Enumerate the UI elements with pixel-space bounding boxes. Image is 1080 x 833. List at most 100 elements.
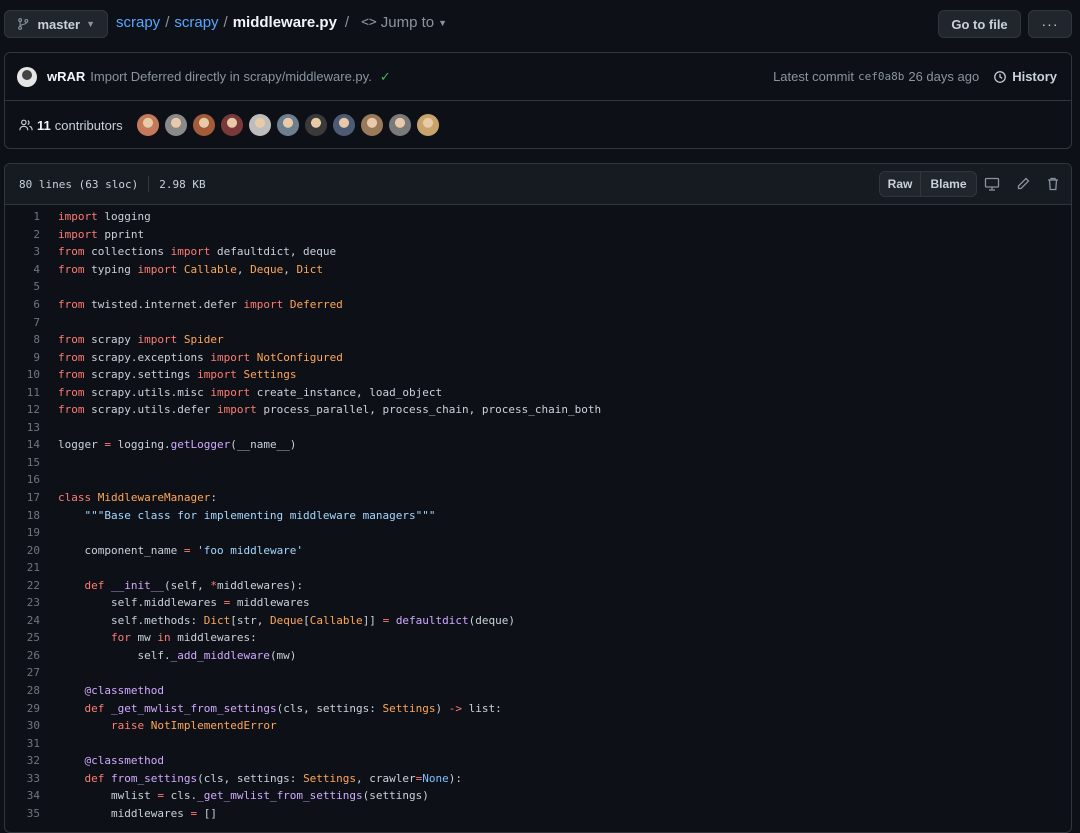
go-to-file-button[interactable]: Go to file	[938, 10, 1021, 38]
blame-button[interactable]: Blame	[921, 171, 977, 197]
line-number[interactable]: 1	[5, 210, 40, 223]
raw-button[interactable]: Raw	[879, 171, 921, 197]
line-number[interactable]: 34	[5, 789, 40, 802]
line-number[interactable]: 13	[5, 421, 40, 434]
code-line: 7	[5, 313, 1071, 331]
line-number[interactable]: 3	[5, 245, 40, 258]
code-line: 26 self._add_middleware(mw)	[5, 647, 1071, 665]
contributor-avatar[interactable]	[136, 114, 159, 136]
line-number[interactable]: 33	[5, 772, 40, 785]
code-line: 8 from scrapy import Spider	[5, 331, 1071, 349]
line-content: self.middlewares = middlewares	[58, 596, 310, 610]
code-line: 23 self.middlewares = middlewares	[5, 594, 1071, 612]
line-content: from scrapy.utils.defer import process_p…	[58, 403, 602, 417]
code-line: 12 from scrapy.utils.defer import process…	[5, 401, 1071, 419]
line-number[interactable]: 18	[5, 509, 40, 522]
breadcrumb-file-name: middleware.py	[232, 14, 337, 31]
line-number[interactable]: 30	[5, 719, 40, 732]
contributors-link[interactable]: 11 contributors	[19, 118, 123, 133]
contributor-avatar[interactable]	[248, 114, 271, 136]
pencil-icon[interactable]	[1015, 176, 1031, 192]
line-content: import logging	[58, 210, 151, 224]
line-content: @classmethod	[84, 754, 164, 768]
line-content: mwlist = cls._get_mwlist_from_settings(s…	[58, 789, 429, 803]
line-content: """Base class for implementing middlewar…	[84, 508, 436, 522]
line-content: raise NotImplementedError	[110, 719, 277, 733]
line-number[interactable]: 2	[5, 228, 40, 241]
line-content: from twisted.internet.defer import Defer…	[58, 298, 343, 311]
line-number[interactable]: 12	[5, 403, 40, 416]
commit-info-box: wRAR Import Deferred directly in scrapy/…	[4, 52, 1072, 149]
line-number[interactable]: 22	[5, 579, 40, 592]
desktop-icon[interactable]	[984, 176, 1000, 192]
line-number[interactable]: 23	[5, 596, 40, 609]
contributor-avatar[interactable]	[360, 114, 383, 136]
line-number[interactable]: 19	[5, 526, 40, 539]
line-number[interactable]: 10	[5, 368, 40, 381]
jump-to-button[interactable]: <> Jump to ▼	[357, 14, 447, 31]
contributor-avatar[interactable]	[416, 114, 439, 136]
line-number[interactable]: 9	[5, 351, 40, 364]
contributor-avatars	[136, 114, 445, 136]
line-number[interactable]: 4	[5, 263, 40, 276]
line-number[interactable]: 8	[5, 333, 40, 346]
jump-to-label: Jump to	[380, 14, 435, 31]
line-number[interactable]: 17	[5, 491, 40, 504]
more-options-button[interactable]: ···	[1028, 10, 1072, 38]
history-label: History	[1012, 69, 1057, 84]
code-line: 21	[5, 559, 1071, 577]
line-number[interactable]: 20	[5, 544, 40, 557]
line-number[interactable]: 25	[5, 631, 40, 644]
line-number[interactable]: 35	[5, 807, 40, 820]
code-line: 34 mwlist = cls._get_mwlist_from_setting…	[5, 787, 1071, 805]
contributor-avatar[interactable]	[192, 114, 215, 136]
line-number[interactable]: 6	[5, 298, 40, 311]
avatar[interactable]	[17, 66, 37, 87]
line-number[interactable]: 24	[5, 614, 40, 627]
code-line: 22 def __init__(self, *middlewares):	[5, 576, 1071, 594]
chevron-down-icon: ▼	[86, 19, 95, 29]
line-content: from scrapy.utils.misc import create_ins…	[58, 385, 443, 399]
line-content: from scrapy import Spider	[58, 333, 224, 347]
line-number[interactable]: 31	[5, 737, 40, 750]
breadcrumb-separator: /	[344, 14, 350, 31]
line-number[interactable]: 21	[5, 561, 40, 574]
history-link[interactable]: History	[993, 69, 1057, 84]
people-icon	[19, 119, 33, 131]
code-line: 17 class MiddlewareManager:	[5, 489, 1071, 507]
commit-sha-link[interactable]: cef0a8b	[858, 70, 904, 83]
branch-select-button[interactable]: master ▼	[4, 10, 108, 38]
contributor-avatar[interactable]	[164, 114, 187, 136]
contributor-avatar[interactable]	[304, 114, 327, 136]
contributor-avatar[interactable]	[388, 114, 411, 136]
line-number[interactable]: 15	[5, 456, 40, 469]
commit-author[interactable]: wRAR	[47, 69, 85, 84]
commit-message[interactable]: Import Deferred directly in scrapy/middl…	[90, 69, 372, 84]
line-number[interactable]: 7	[5, 316, 40, 329]
line-number[interactable]: 28	[5, 684, 40, 697]
line-number[interactable]: 11	[5, 386, 40, 399]
code-line: 1 import logging	[5, 208, 1071, 226]
code-line: 5	[5, 278, 1071, 296]
breadcrumb-repo-owner[interactable]: scrapy	[116, 14, 160, 31]
contributor-avatar[interactable]	[276, 114, 299, 136]
breadcrumb-repo-name[interactable]: scrapy	[174, 14, 218, 31]
code-line: 4 from typing import Callable, Deque, Dic…	[5, 261, 1071, 279]
code-line: 30 raise NotImplementedError	[5, 717, 1071, 735]
code-line: 2 import pprint	[5, 226, 1071, 244]
line-number[interactable]: 29	[5, 702, 40, 715]
line-number[interactable]: 26	[5, 649, 40, 662]
code-line: 3 from collections import defaultdict, de…	[5, 243, 1071, 261]
line-number[interactable]: 27	[5, 666, 40, 679]
file-actions: Raw Blame	[879, 171, 977, 197]
commit-age: 26 days ago	[908, 69, 980, 84]
line-number[interactable]: 14	[5, 438, 40, 451]
line-number[interactable]: 5	[5, 280, 40, 293]
contributor-avatar[interactable]	[220, 114, 243, 136]
breadcrumb-separator: /	[165, 14, 170, 31]
check-icon: ✓	[379, 68, 391, 84]
contributor-avatar[interactable]	[332, 114, 355, 136]
trash-icon[interactable]	[1045, 176, 1061, 192]
line-number[interactable]: 16	[5, 473, 40, 486]
line-number[interactable]: 32	[5, 754, 40, 767]
